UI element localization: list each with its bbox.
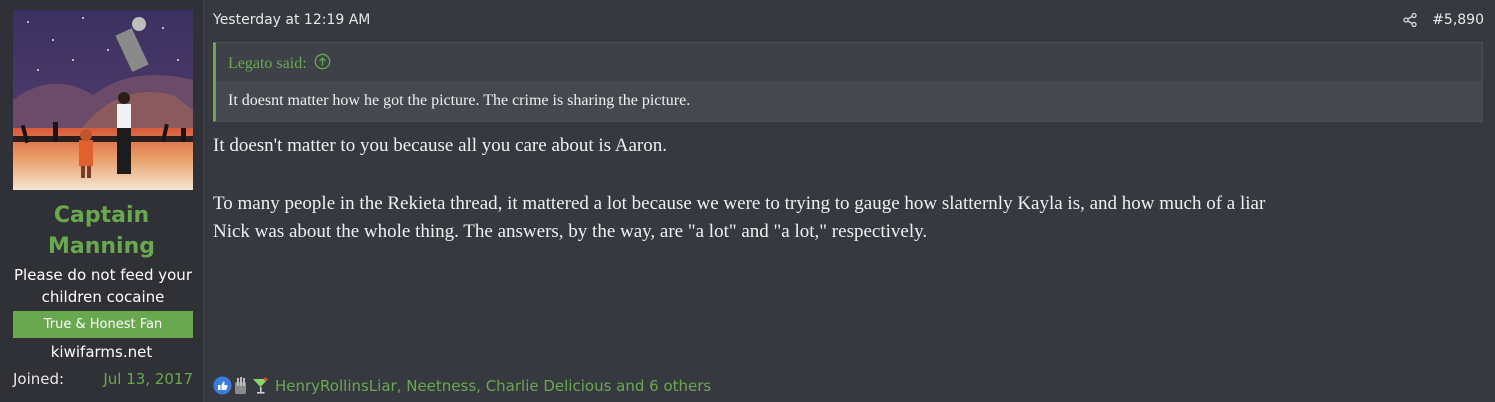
joined-date: Jul 13, 2017: [103, 370, 193, 388]
reactions-list[interactable]: HenryRollinsLiar, Neetness, Charlie Deli…: [275, 377, 711, 395]
cocktail-icon[interactable]: [251, 376, 270, 395]
forum-post: Captain Manning Please do not feed your …: [0, 0, 1495, 402]
share-icon[interactable]: [1402, 12, 1418, 28]
message-paragraph-1: It doesn't matter to you because all you…: [213, 135, 668, 156]
message-paragraph-2-line2: Nick was about the whole thing. The answ…: [213, 221, 928, 242]
message-paragraph-2-line1: To many people in the Rekieta thread, it…: [213, 193, 1266, 214]
user-title: Please do not feed your children cocaine: [8, 264, 198, 308]
post-main: Yesterday at 12:19 AM #5,890 Legato said…: [203, 0, 1495, 402]
joined-label: Joined:: [13, 370, 65, 388]
user-site: kiwifarms.net: [50, 343, 153, 361]
user-avatar[interactable]: [13, 10, 193, 190]
user-banner: True & Honest Fan: [13, 311, 193, 338]
like-icon[interactable]: [213, 376, 232, 395]
username-line1[interactable]: Captain: [0, 200, 203, 231]
post-header-actions: #5,890: [1402, 12, 1484, 28]
user-sidebar: Captain Manning Please do not feed your …: [0, 0, 203, 402]
hand-icon[interactable]: [232, 376, 251, 395]
post-timestamp[interactable]: Yesterday at 12:19 AM: [213, 12, 370, 28]
post-message: It doesn't matter to you because all you…: [213, 132, 1483, 246]
quote-author[interactable]: Legato said:: [228, 55, 307, 73]
user-title-line1: Please do not feed your: [13, 266, 192, 284]
user-title-line2: children cocaine: [41, 288, 165, 306]
quote-text: It doesnt matter how he got the picture.…: [228, 92, 691, 109]
username-line2[interactable]: Manning: [0, 231, 203, 262]
post-number[interactable]: #5,890: [1432, 12, 1484, 28]
quote-attribution[interactable]: Legato said:: [228, 52, 331, 76]
username[interactable]: Captain Manning: [0, 200, 203, 262]
quote-body: It doesnt matter how he got the picture.…: [216, 81, 1482, 121]
joined-row: Joined: Jul 13, 2017: [13, 369, 193, 389]
quote-block: Legato said: It doesnt matter how he got…: [213, 42, 1483, 122]
reactions-bar[interactable]: HenryRollinsLiar, Neetness, Charlie Deli…: [213, 376, 711, 395]
arrow-up-circle-icon[interactable]: [314, 53, 331, 75]
